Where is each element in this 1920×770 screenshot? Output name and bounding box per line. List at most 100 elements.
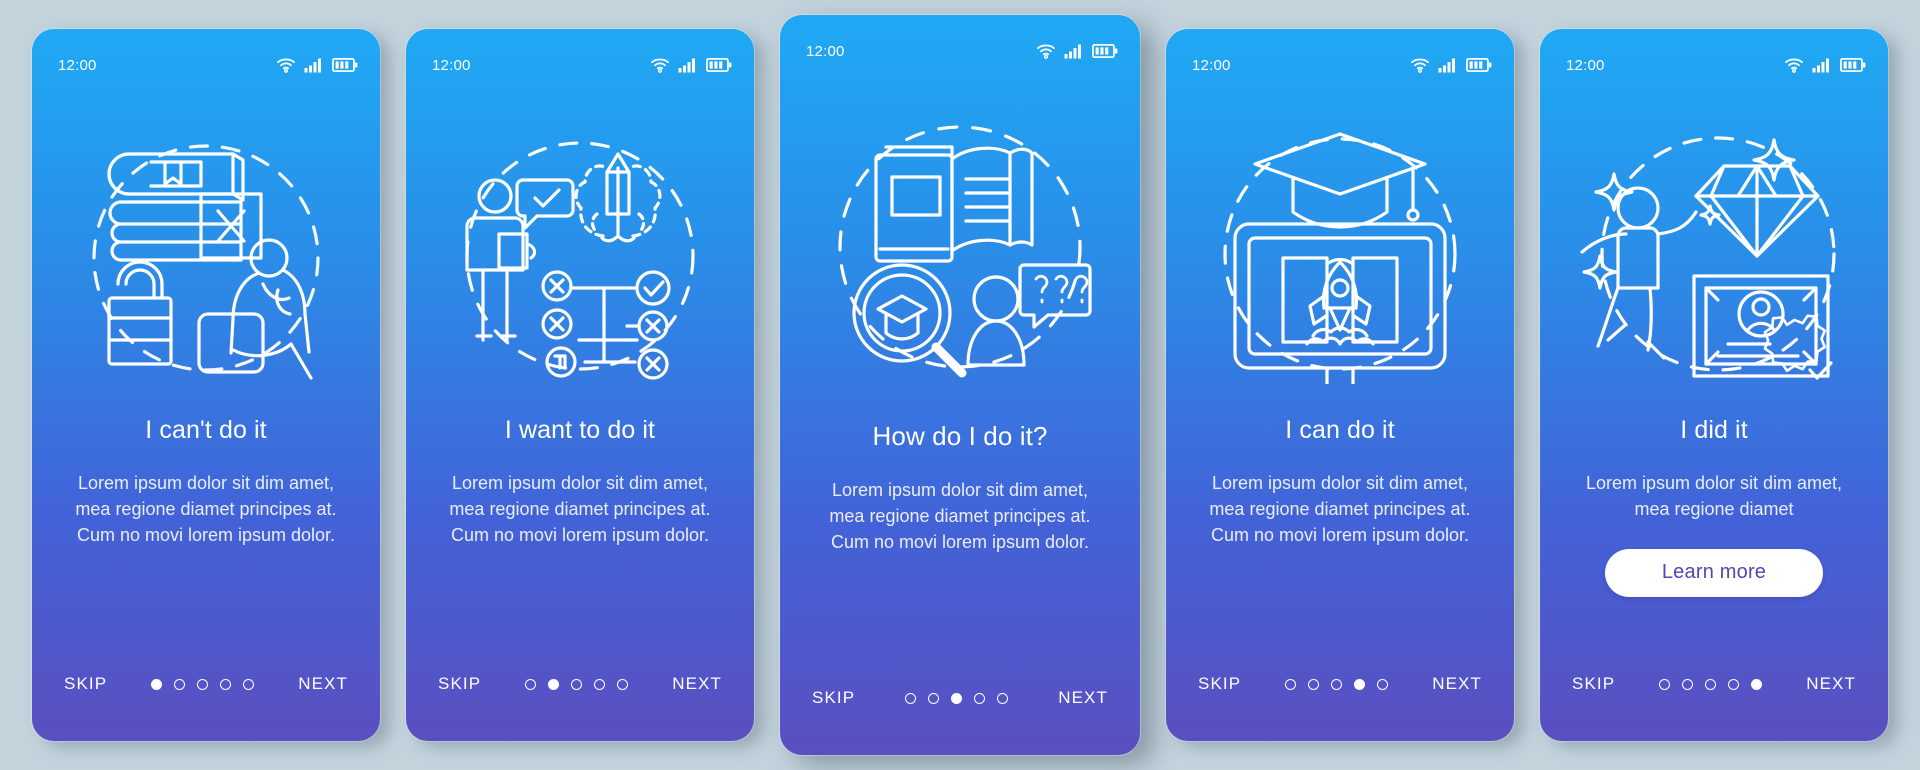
status-time: 12:00: [1192, 56, 1231, 74]
screen-content: How do I do it? Lorem ipsum dolor sit di…: [780, 407, 1140, 659]
next-button[interactable]: NEXT: [1806, 674, 1856, 694]
illustration-person-brain-decision-tree: [406, 87, 754, 401]
page-dot[interactable]: [1331, 678, 1343, 690]
cellular-signal-icon: [1064, 44, 1081, 58]
battery-icon: [332, 58, 358, 72]
onboarding-screen-3: 12:00 How do I do it? Lorem ipsum dolor …: [780, 15, 1140, 755]
page-body: Lorem ipsum dolor sit dim amet, mea regi…: [1209, 473, 1471, 545]
page-indicator-dots: [905, 692, 1009, 704]
page-title: I can do it: [1285, 416, 1395, 444]
battery-icon: [1466, 58, 1492, 72]
status-icons: [1410, 57, 1492, 73]
skip-button[interactable]: SKIP: [1198, 674, 1241, 694]
cellular-signal-icon: [1438, 58, 1455, 72]
skip-button[interactable]: SKIP: [438, 674, 481, 694]
page-title: I want to do it: [504, 416, 656, 444]
skip-button[interactable]: SKIP: [812, 688, 855, 708]
wifi-icon: [1037, 44, 1055, 59]
learn-more-button[interactable]: Learn more: [1605, 548, 1823, 597]
status-time: 12:00: [432, 56, 471, 74]
page-dot[interactable]: [928, 692, 940, 704]
page-indicator-dots: [525, 678, 629, 690]
status-time: 12:00: [1566, 56, 1605, 74]
page-dot[interactable]: [174, 678, 186, 690]
cellular-signal-icon: [1812, 58, 1829, 72]
page-dot[interactable]: [1354, 678, 1366, 690]
status-bar: 12:00: [780, 15, 1140, 73]
footer-nav: SKIP NEXT: [32, 645, 380, 741]
page-dot[interactable]: [1377, 678, 1389, 690]
page-dot[interactable]: [243, 678, 255, 690]
page-title: I did it: [1680, 416, 1748, 444]
screen-content: I can do it Lorem ipsum dolor sit dim am…: [1166, 401, 1514, 645]
page-dot[interactable]: [1705, 678, 1717, 690]
page-indicator-dots: [151, 678, 255, 690]
page-dot[interactable]: [1659, 678, 1671, 690]
illustration-celebrating-person-diamond-certificate: [1540, 87, 1888, 401]
status-bar: 12:00: [32, 29, 380, 87]
page-dot[interactable]: [571, 678, 583, 690]
page-dot[interactable]: [1285, 678, 1297, 690]
page-dot[interactable]: [197, 678, 209, 690]
status-bar: 12:00: [1540, 29, 1888, 87]
status-bar: 12:00: [1166, 29, 1514, 87]
page-dot[interactable]: [548, 678, 560, 690]
page-indicator-dots: [1285, 678, 1389, 690]
screen-content: I want to do it Lorem ipsum dolor sit di…: [406, 401, 754, 645]
status-icons: [1036, 43, 1118, 59]
page-dot[interactable]: [1308, 678, 1320, 690]
page-dot[interactable]: [525, 678, 537, 690]
cellular-signal-icon: [678, 58, 695, 72]
page-dot[interactable]: [1728, 678, 1740, 690]
onboarding-screen-5: 12:00 I did it Lorem ipsum dolor sit dim…: [1540, 29, 1888, 741]
page-dot[interactable]: [974, 692, 986, 704]
status-time: 12:00: [58, 56, 97, 74]
page-body: Lorem ipsum dolor sit dim amet, mea regi…: [75, 473, 337, 545]
footer-nav: SKIP NEXT: [1540, 645, 1888, 741]
onboarding-screens-row: 12:00 I can't do it Lorem ipsum dolor si…: [0, 0, 1920, 770]
cellular-signal-icon: [304, 58, 321, 72]
battery-icon: [706, 58, 732, 72]
status-bar: 12:00: [406, 29, 754, 87]
page-dot[interactable]: [617, 678, 629, 690]
page-dot[interactable]: [951, 692, 963, 704]
next-button[interactable]: NEXT: [298, 674, 348, 694]
page-dot[interactable]: [997, 692, 1009, 704]
footer-nav: SKIP NEXT: [780, 659, 1140, 755]
page-body: Lorem ipsum dolor sit dim amet, mea regi…: [1585, 473, 1843, 519]
status-time: 12:00: [806, 42, 845, 60]
page-title: How do I do it?: [872, 421, 1048, 451]
illustration-graduation-cap-monitor-rocket: [1166, 87, 1514, 401]
skip-button[interactable]: SKIP: [64, 674, 107, 694]
wifi-icon: [1411, 58, 1429, 73]
skip-button[interactable]: SKIP: [1572, 674, 1615, 694]
onboarding-screen-1: 12:00 I can't do it Lorem ipsum dolor si…: [32, 29, 380, 741]
page-dot[interactable]: [220, 678, 232, 690]
next-button[interactable]: NEXT: [1058, 688, 1108, 708]
page-body: Lorem ipsum dolor sit dim amet, mea regi…: [829, 480, 1091, 552]
footer-nav: SKIP NEXT: [1166, 645, 1514, 741]
page-dot[interactable]: [1751, 678, 1763, 690]
status-icons: [650, 57, 732, 73]
page-dot[interactable]: [151, 678, 163, 690]
page-body: Lorem ipsum dolor sit dim amet, mea regi…: [449, 473, 711, 545]
next-button[interactable]: NEXT: [672, 674, 722, 694]
page-indicator-dots: [1659, 678, 1763, 690]
page-title: I can't do it: [145, 416, 267, 444]
page-dot[interactable]: [905, 692, 917, 704]
illustration-open-book-magnifier-question: [780, 73, 1140, 407]
page-dot[interactable]: [1682, 678, 1694, 690]
screen-content: I can't do it Lorem ipsum dolor sit dim …: [32, 401, 380, 645]
page-dot[interactable]: [594, 678, 606, 690]
battery-icon: [1092, 44, 1118, 58]
onboarding-screen-4: 12:00 I can do it Lorem ipsum dolor sit …: [1166, 29, 1514, 741]
status-icons: [276, 57, 358, 73]
footer-nav: SKIP NEXT: [406, 645, 754, 741]
wifi-icon: [277, 58, 295, 73]
status-icons: [1784, 57, 1866, 73]
wifi-icon: [1785, 58, 1803, 73]
next-button[interactable]: NEXT: [1432, 674, 1482, 694]
screen-content: I did it Lorem ipsum dolor sit dim amet,…: [1540, 401, 1888, 645]
wifi-icon: [651, 58, 669, 73]
illustration-books-lock-thinking-person: [32, 87, 380, 401]
